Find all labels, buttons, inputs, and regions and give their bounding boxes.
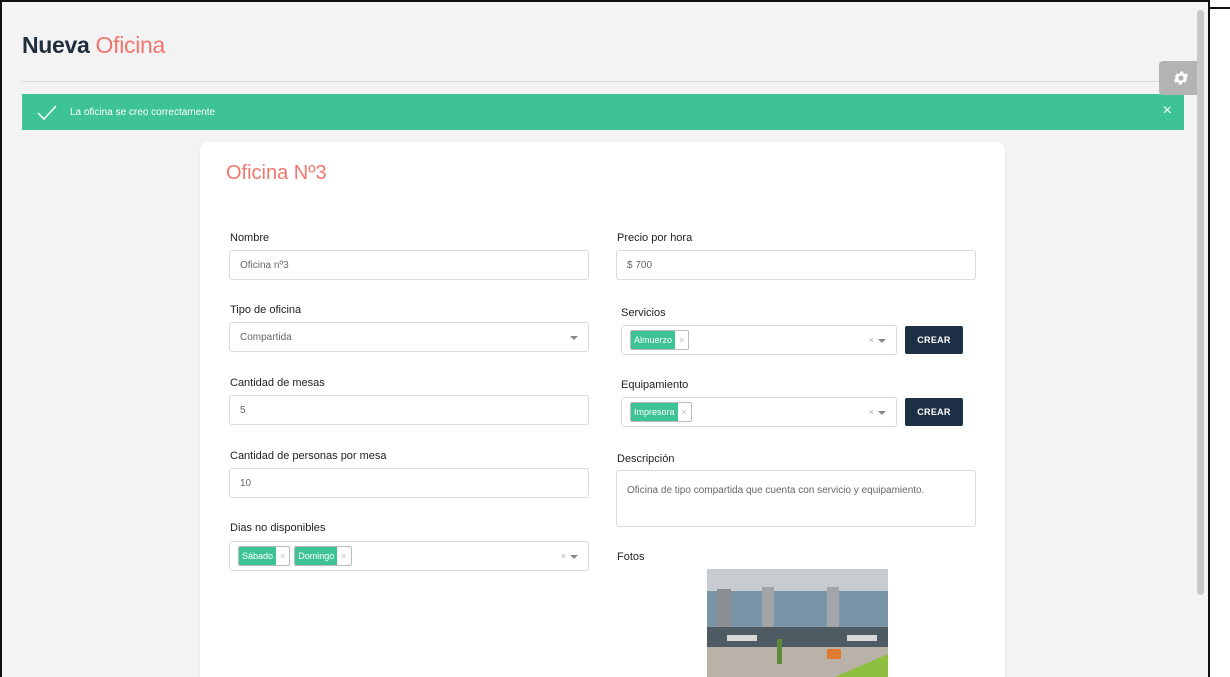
gear-icon [1173,71,1189,85]
clear-icon[interactable]: × [561,551,566,561]
office-photo-image [707,569,888,677]
precio-label: Precio por hora [617,232,693,244]
descripcion-label: Descripción [617,453,675,465]
tipo-select[interactable]: Compartida [229,322,589,352]
scrollbar[interactable] [1197,10,1204,595]
personas-label: Cantidad de personas por mesa [230,450,387,462]
alert-message: La oficina se creo correctamente [70,106,216,118]
servicios-label: Servicios [621,307,666,319]
descripcion-textarea[interactable]: Oficina de tipo compartida que cuenta co… [616,470,976,527]
success-alert: La oficina se creo correctamente × [22,94,1184,130]
app-frame: Nueva Oficina La oficina se creo correcta… [0,0,1210,677]
remove-tag-icon[interactable]: × [675,335,688,345]
equipamiento-label: Equipamiento [621,379,689,391]
tag-sabado: Sábado × [238,546,291,566]
servicios-multiselect[interactable]: Almuerzo × × [621,325,897,355]
descripcion-value: Oficina de tipo compartida que cuenta co… [627,485,925,496]
nombre-value: Oficina nº3 [240,259,289,271]
clear-icon[interactable]: × [869,335,874,345]
fotos-label: Fotos [617,551,645,563]
mesas-label: Cantidad de mesas [230,377,325,389]
window-edge [1210,0,1230,677]
equipamiento-multiselect[interactable]: Impresora × × [621,397,897,427]
precio-value: $ 700 [627,259,653,271]
chevron-down-icon [570,336,578,340]
clear-icon[interactable]: × [869,407,874,417]
title-divider [22,81,1184,82]
chevron-down-icon [878,411,886,415]
tipo-label: Tipo de oficina [230,304,302,316]
crear-servicio-button[interactable]: CREAR [905,326,963,354]
page-title: Nueva Oficina [22,32,165,59]
personas-input[interactable]: 10 [229,468,589,498]
precio-input[interactable]: $ 700 [616,250,976,280]
remove-tag-icon[interactable]: × [276,551,289,561]
remove-tag-icon[interactable]: × [678,407,691,417]
mesas-input[interactable]: 5 [229,395,589,425]
page-title-main: Nueva [22,32,90,58]
tipo-value: Compartida [240,331,292,343]
remove-tag-icon[interactable]: × [337,551,350,561]
office-photo [707,569,888,677]
tag-domingo: Domingo × [294,546,352,566]
page-title-accent: Oficina [95,32,166,58]
dias-label: Dias no disponibles [230,522,326,534]
crear-equipamiento-button[interactable]: CREAR [905,398,963,426]
chevron-down-icon [878,339,886,343]
check-icon [37,105,57,121]
dias-multiselect[interactable]: Sábado × Domingo × × [229,541,589,571]
mesas-value: 5 [240,404,246,416]
card-title: Oficina Nº3 [226,162,327,184]
tag-almuerzo: Almuerzo × [630,330,690,350]
tag-impresora: Impresora × [630,402,692,422]
chevron-down-icon [570,555,578,559]
nombre-input[interactable]: Oficina nº3 [229,250,589,280]
personas-value: 10 [240,477,252,489]
nombre-label: Nombre [230,232,270,244]
close-icon[interactable]: × [1163,102,1172,120]
